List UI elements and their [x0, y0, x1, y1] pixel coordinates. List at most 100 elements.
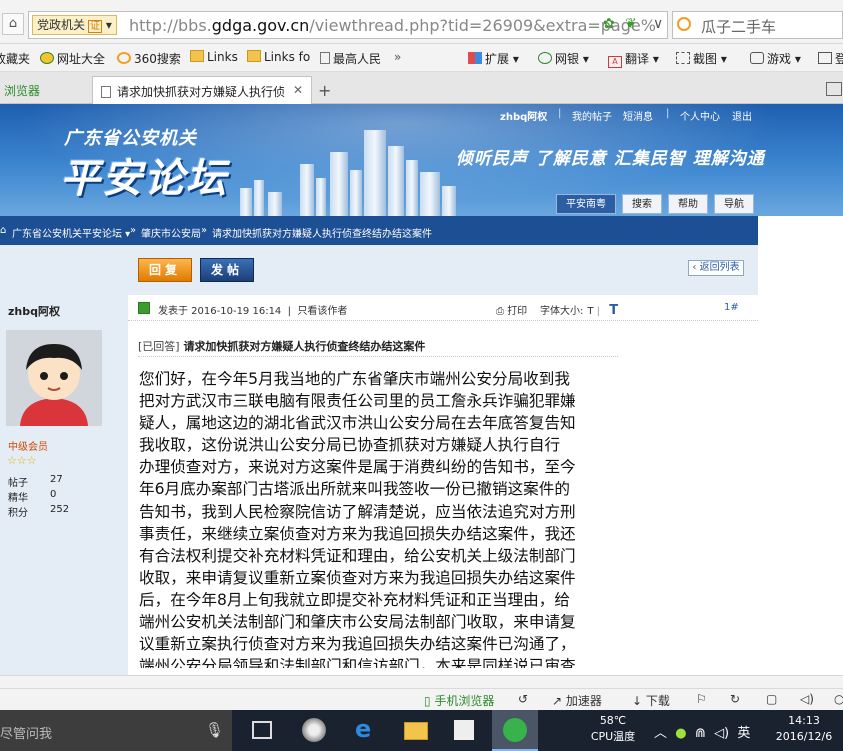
nav-tab-search[interactable]: 搜索 — [622, 194, 662, 214]
user-profile-link[interactable]: zhbq阿权 — [500, 108, 547, 123]
system-tray: ︿ ● ⋒ ◁) 英 — [654, 722, 750, 741]
bookmark-links-for[interactable]: Links fo — [247, 50, 310, 64]
bookmarks-bar: 收藏夹 网址大全 360搜索 Links Links fo 最高人民 » 扩展 … — [0, 44, 843, 72]
nav-tab-help[interactable]: 帮助 — [668, 194, 708, 214]
avatar[interactable] — [6, 330, 102, 426]
forum-banner: 广东省公安机关 平安论坛 倾听民声 了解民意 汇集民智 理解沟通 zhbq阿权 … — [0, 104, 843, 216]
clean-icon[interactable]: ↻ — [730, 692, 740, 706]
network-icon[interactable]: ⋒ — [695, 726, 706, 741]
input-method-indicator[interactable]: 英 — [737, 726, 750, 741]
reply-button[interactable]: 回复 — [138, 258, 192, 282]
font-large-button[interactable]: T — [609, 303, 618, 318]
history-icon[interactable]: ↺ — [518, 692, 528, 706]
site-slogan: 倾听民声 了解民意 汇集民智 理解沟通 — [456, 149, 765, 169]
globe-icon — [40, 52, 54, 64]
post-icon — [138, 302, 150, 314]
bookmark-site-directory[interactable]: 网址大全 — [40, 50, 105, 67]
user-center-link[interactable]: 个人中心 — [680, 108, 720, 123]
bookmark-extensions[interactable]: 扩展 ▾ — [468, 50, 519, 67]
url-field[interactable]: 党政机关证 ▾ http://bbs.gdga.gov.cn/viewthrea… — [28, 11, 668, 39]
leaf-icon[interactable]: ❦ — [625, 16, 637, 32]
home-icon[interactable]: ⌂ — [2, 13, 24, 35]
mode-selector-button[interactable]: 党政机关证 ▾ — [32, 15, 117, 35]
chevron-up-icon[interactable]: ︿ — [654, 726, 667, 741]
translate-icon: A — [608, 56, 622, 68]
author-stat-posts: 帖子 27 — [8, 474, 63, 489]
post-line: 告知书，我到人民检察院信访了解清楚说，应当依法追究对方刑 — [139, 502, 576, 521]
breadcrumb-forum[interactable]: 广东省公安机关平安论坛 ▾ — [12, 225, 130, 240]
bookmark-360-search[interactable]: 360搜索 — [117, 50, 181, 67]
my-posts-link[interactable]: 我的帖子 — [572, 108, 612, 123]
download-button[interactable]: ↓ 下载 — [632, 692, 670, 709]
browser-app-icon — [503, 718, 527, 742]
title-divider — [138, 356, 618, 357]
back-to-list-button[interactable]: ‹ 返回列表 — [688, 260, 744, 276]
bookmark-favorites[interactable]: 收藏夹 — [0, 50, 30, 67]
sound-icon[interactable]: ◁) — [800, 692, 814, 706]
nav-tab-pingan-nanyue[interactable]: 平安南粤 — [556, 194, 616, 214]
flag-icon[interactable]: ⚐ — [696, 692, 707, 706]
task-view-icon[interactable] — [252, 721, 272, 739]
new-tab-button[interactable]: + — [318, 81, 331, 100]
post-line: 端州公安机关法制部门和肇庆市公安局法制部门收取，来申请复 — [139, 613, 576, 632]
post-line: 议重新立案执行侦查对方来为我追回损失办结这案件已沟通了， — [139, 635, 576, 654]
breadcrumb: ⌂ 广东省公安机关平安论坛 ▾ » 肇庆市公安局 » 请求加快抓获对方嫌疑人执行… — [0, 216, 843, 245]
post-line: 后，在今年8月上旬我就立即提交补充材料凭证和正当理由，给 — [139, 590, 570, 609]
store-icon[interactable] — [454, 720, 474, 740]
tab-strip: 浏览器 请求加快抓获对方嫌疑人执行侦 ✕ + — [0, 72, 843, 105]
print-button[interactable]: ⎙ 打印 — [496, 302, 527, 317]
bookmark-games[interactable]: 游戏 ▾ — [750, 50, 801, 67]
login-icon — [818, 52, 832, 64]
user-nav-separator: | — [558, 108, 562, 119]
bookmarks-overflow-button[interactable]: » — [394, 50, 401, 64]
refresh-icon[interactable]: ✿ — [603, 16, 615, 32]
microphone-icon[interactable]: 🎙 — [205, 721, 224, 739]
post-body: 您们好，在今年5月我当地的广东省肇庆市端州公安分局收到我 把对方武汉市三联电脑有… — [139, 368, 617, 668]
cpu-temperature[interactable]: 58℃ CPU温度 — [586, 713, 640, 745]
window-icon[interactable]: ▢ — [766, 692, 777, 706]
file-explorer-icon[interactable] — [404, 722, 428, 740]
post-line: 收取，来申请复议重新立案侦查对方来为我追回损失办结这案件 — [139, 568, 576, 587]
bookmark-online-bank[interactable]: 网银 ▾ — [538, 50, 589, 67]
edge-browser-icon[interactable]: e — [355, 717, 379, 742]
logout-link[interactable]: 退出 — [732, 108, 752, 123]
new-post-button[interactable]: 发帖 — [200, 258, 254, 282]
mobile-browser-button[interactable]: ▯ 手机浏览器 — [424, 692, 494, 709]
bookmark-screenshot[interactable]: 截图 ▾ — [676, 50, 727, 67]
bookmark-login[interactable]: 登 — [818, 50, 843, 67]
breadcrumb-board[interactable]: 肇庆市公安局 — [141, 225, 201, 240]
answered-tag: [已回答] — [138, 340, 180, 353]
pinwheel-app-icon[interactable] — [302, 718, 326, 742]
windows-taskbar: 尽管问我 🎙 e 58℃ CPU温度 ︿ ● ⋒ ◁) 英 14:13 2016/1… — [0, 710, 843, 751]
taskbar-browser-app[interactable] — [492, 710, 538, 751]
tab-active-thread[interactable]: 请求加快抓获对方嫌疑人执行侦 ✕ — [92, 76, 312, 105]
chevron-down-icon[interactable]: ∨ — [653, 16, 663, 32]
close-icon[interactable]: ✕ — [293, 83, 303, 97]
taskbar-search-box[interactable]: 尽管问我 🎙 — [0, 710, 232, 751]
bookmark-links[interactable]: Links — [190, 50, 238, 64]
tab-title: 请求加快抓获对方嫌疑人执行侦 — [117, 85, 286, 99]
bookmark-translate[interactable]: A 翻译 ▾ — [608, 50, 659, 68]
tab-browser[interactable]: 浏览器 — [0, 76, 88, 104]
post-date: 发表于 2016-10-19 16:14 | 只看该作者 — [158, 306, 348, 317]
url-text[interactable]: http://bbs.gdga.gov.cn/viewthread.php?ti… — [129, 16, 656, 35]
search-engine-icon — [677, 17, 691, 31]
mode-label: 党政机关 — [37, 18, 86, 32]
system-clock[interactable]: 14:13 2016/12/6 — [772, 713, 836, 745]
security-icon[interactable]: ● — [675, 726, 686, 741]
author-name[interactable]: zhbq阿权 — [8, 303, 60, 319]
accelerator-button[interactable]: ↗ 加速器 — [552, 692, 602, 709]
nav-tab-navigation[interactable]: 导航 — [714, 194, 754, 214]
horizontal-scrollbar[interactable] — [0, 675, 843, 688]
messages-link[interactable]: 短消息 — [623, 108, 653, 123]
page-icon — [101, 86, 111, 98]
zoom-icon[interactable]: ○ — [834, 692, 843, 706]
post-line: 把对方武汉市三联电脑有限责任公司里的员工詹永兵诈骗犯罪嫌 — [139, 392, 576, 411]
only-author-link[interactable]: 只看该作者 — [297, 306, 347, 317]
search-input[interactable]: 瓜子二手车 — [672, 11, 843, 39]
post-line: 您们好，在今年5月我当地的广东省肇庆市端州公安分局收到我 — [139, 370, 570, 388]
floor-number[interactable]: 1# — [724, 302, 739, 313]
volume-icon[interactable]: ◁) — [714, 726, 729, 741]
bookmark-supreme-court[interactable]: 最高人民 — [320, 50, 381, 67]
tab-list-icon[interactable] — [826, 82, 842, 96]
